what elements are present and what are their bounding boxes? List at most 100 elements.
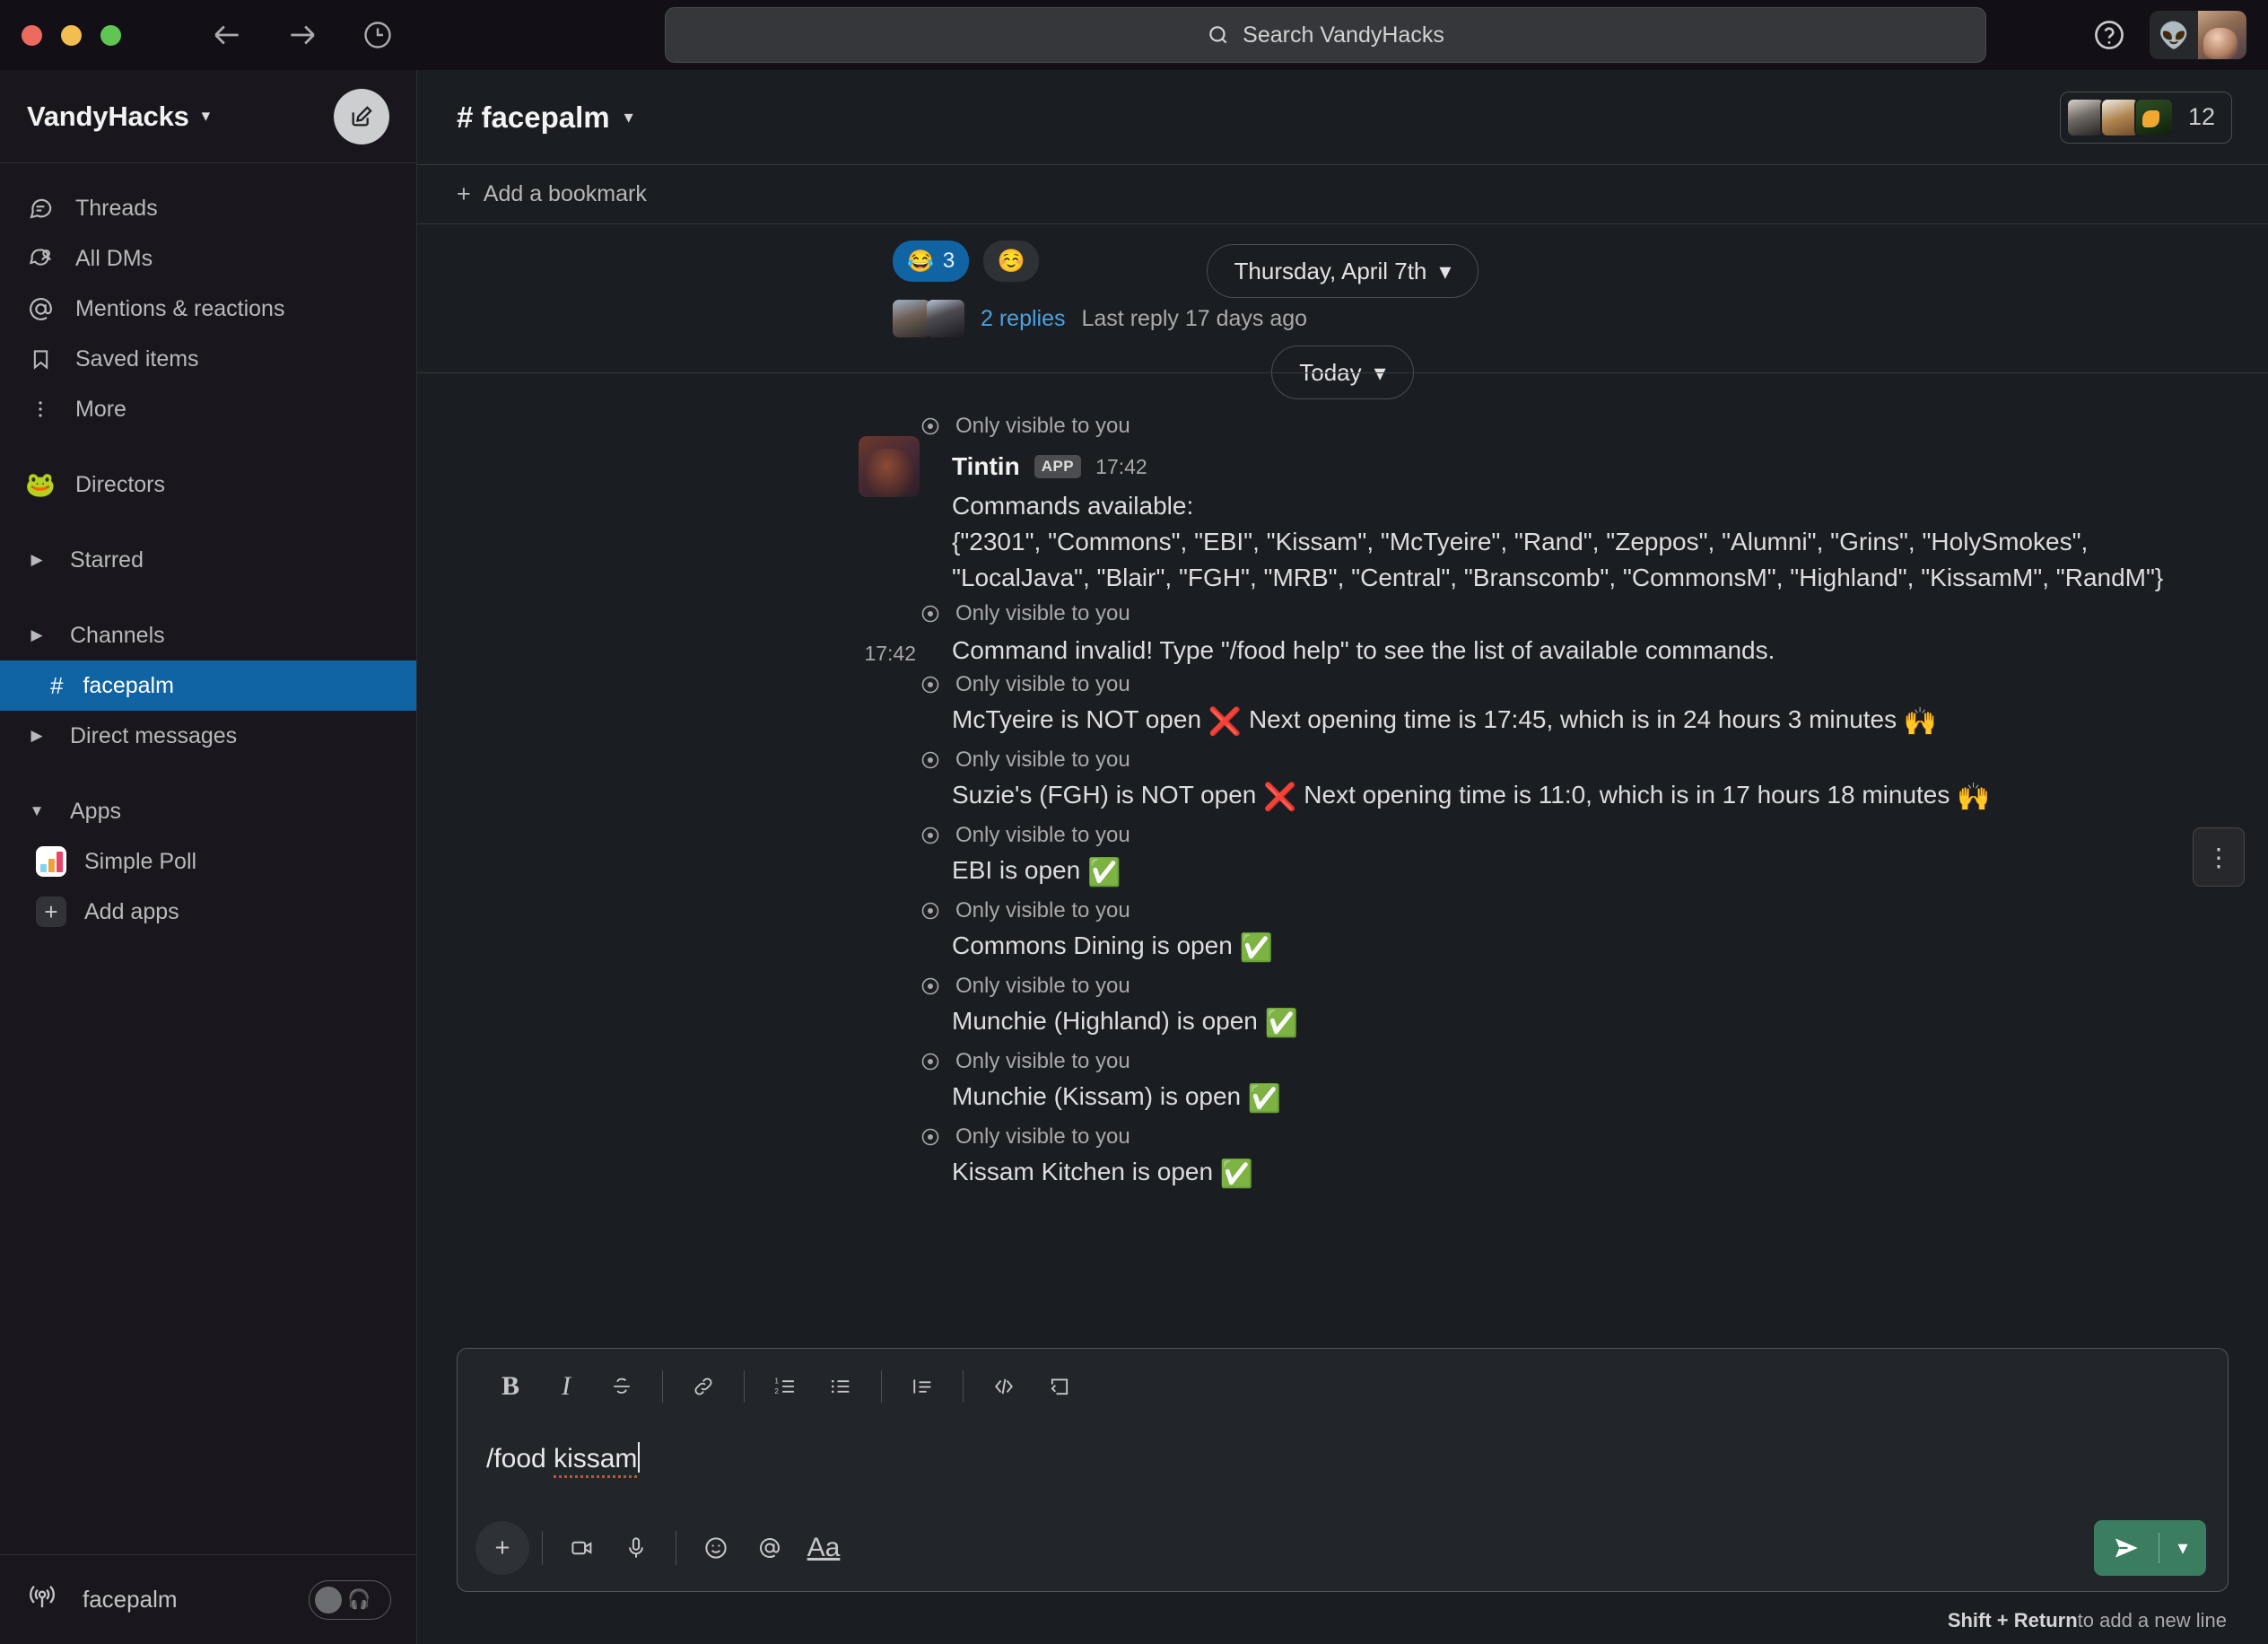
eye-icon [920,749,941,771]
avatar[interactable] [2198,11,2246,59]
back-icon[interactable] [207,15,247,55]
italic-icon[interactable]: I [538,1360,594,1412]
workspace-header[interactable]: VandyHacks ▾ [0,70,416,163]
sidebar-item-saved-items[interactable]: Saved items [0,334,416,384]
ephemeral-label: Only visible to you [417,892,2232,930]
sidebar-section-direct-messages[interactable]: ▶ Direct messages [0,711,416,761]
date-pill[interactable]: Today ▾ [1271,345,1414,399]
member-avatars [2065,97,2174,137]
hash-prefix: # [457,100,474,134]
message-text: Suzie's (FGH) is NOT open ❌ Next opening… [417,779,2232,817]
sidebar-item-mentions[interactable]: Mentions & reactions [0,284,416,334]
reaction-row: 😂 3 ☺️ [893,240,2232,282]
chevron-down-icon: ▼ [29,802,45,819]
chevron-right-icon: ▶ [31,626,43,643]
strikethrough-icon[interactable] [594,1360,650,1412]
message-timestamp[interactable]: 17:42 [417,633,952,666]
status-suffix: Next opening time is 17:45, which is in … [1248,705,1897,734]
more-dots-icon [25,398,56,421]
emoji-icon[interactable] [689,1521,743,1575]
reaction-pill-joy[interactable]: 😂 3 [893,240,970,282]
bold-icon[interactable]: B [483,1360,538,1412]
search-input[interactable]: Search VandyHacks [665,7,1986,63]
minimize-window-button[interactable] [61,24,82,46]
headphones-icon: 🎧 [347,1588,371,1610]
ordered-list-icon[interactable]: 12 [757,1360,813,1412]
chevron-down-icon[interactable]: ▾ [2159,1536,2206,1560]
huddle-channel-label: facepalm [83,1586,178,1613]
close-window-button[interactable] [22,24,42,46]
check-mark-icon: ✅ [1219,1159,1254,1190]
message-list[interactable]: 😂 3 ☺️ Thursday, April 7th ▾ 2 replies L… [417,224,2268,1348]
message-composer: B I 12 /food kissam + Aa ▾ [457,1348,2229,1592]
thread-preview-block: 😂 3 ☺️ Thursday, April 7th ▾ 2 replies L… [417,224,2268,337]
toggle-knob [315,1586,342,1613]
sidebar-channel-facepalm[interactable]: # facepalm [0,660,416,711]
send-paper-plane-icon[interactable] [2094,1533,2159,1563]
frog-icon: 🐸 [25,471,56,498]
thread-replies-link[interactable]: 2 replies [981,306,1066,332]
maximize-window-button[interactable] [100,24,121,46]
channel-header: # facepalm ▾ 12 [417,70,2268,165]
user-account-group[interactable]: 👽 [2150,11,2246,59]
message-text: Munchie (Highland) is open ✅ [417,1005,2232,1043]
code-block-icon[interactable] [1032,1360,1087,1412]
cross-mark-icon: ❌ [1208,707,1243,738]
message-input[interactable]: /food kissam [458,1424,2228,1505]
date-pill[interactable]: Thursday, April 7th ▾ [1206,244,1479,298]
sidebar-item-directors[interactable]: 🐸 Directors [0,459,416,510]
bookmark-bar[interactable]: + Add a bookmark [417,165,2268,224]
avatar[interactable] [859,436,920,497]
microphone-icon[interactable] [609,1521,663,1575]
add-reaction-icon[interactable]: ☺️ [983,240,1040,282]
sidebar-item-all-dms[interactable]: All DMs [0,233,416,284]
sidebar-section-starred[interactable]: ▶ Starred [0,535,416,585]
avatar [2133,97,2174,137]
cross-mark-icon: ❌ [1263,783,1297,813]
mention-icon[interactable] [743,1521,797,1575]
huddle-broadcast-icon[interactable] [25,1580,59,1619]
huddle-toggle[interactable]: 🎧 [309,1579,391,1620]
bulleted-list-icon[interactable] [813,1360,868,1412]
message-timestamp[interactable]: 17:42 [1095,455,1147,479]
blockquote-icon[interactable] [894,1360,950,1412]
sidebar-section-channels[interactable]: ▶ Channels [0,610,416,660]
ephemeral-text: Only visible to you [955,748,1130,773]
sidebar-item-label: Saved items [75,345,199,372]
plus-icon[interactable]: + [475,1521,529,1575]
divider [963,1370,964,1403]
thread-replies-row[interactable]: 2 replies Last reply 17 days ago [893,300,2232,337]
ephemeral-label: Only visible to you [417,741,2232,779]
window-controls [22,24,121,46]
link-icon[interactable] [676,1360,731,1412]
sidebar-item-label: Directors [75,471,166,497]
page-title[interactable]: # facepalm [457,101,610,135]
more-vertical-icon[interactable]: ⋮ [2193,827,2245,887]
message-author[interactable]: Tintin [952,452,1020,481]
sidebar-add-apps[interactable]: + Add apps [0,887,416,937]
formatting-icon[interactable]: Aa [797,1521,850,1575]
clock-icon[interactable] [358,15,397,55]
forward-icon[interactable] [283,15,322,55]
video-icon[interactable] [555,1521,609,1575]
alien-status-icon[interactable]: 👽 [2150,11,2198,59]
sidebar-app-simple-poll[interactable]: Simple Poll [0,836,416,887]
sidebar-item-more[interactable]: More [0,384,416,434]
help-circle-icon[interactable] [2092,18,2126,52]
eye-icon [920,1126,941,1148]
sidebar-item-threads[interactable]: Threads [0,183,416,233]
plus-icon: + [457,180,471,207]
members-button[interactable]: 12 [2059,91,2232,144]
send-button-group[interactable]: ▾ [2094,1520,2206,1576]
code-icon[interactable] [976,1360,1032,1412]
ephemeral-label: Only visible to you [417,967,2232,1005]
chevron-down-icon[interactable]: ▾ [624,106,633,128]
channel-name: facepalm [481,100,610,134]
message-text: McTyeire is NOT open ❌ Next opening time… [417,704,2232,741]
sidebar-section-apps[interactable]: ▼ Apps [0,786,416,836]
eye-icon [920,975,941,997]
compose-message-button[interactable] [334,88,389,144]
chevron-right-icon: ▶ [31,551,43,568]
threads-icon [25,195,56,222]
